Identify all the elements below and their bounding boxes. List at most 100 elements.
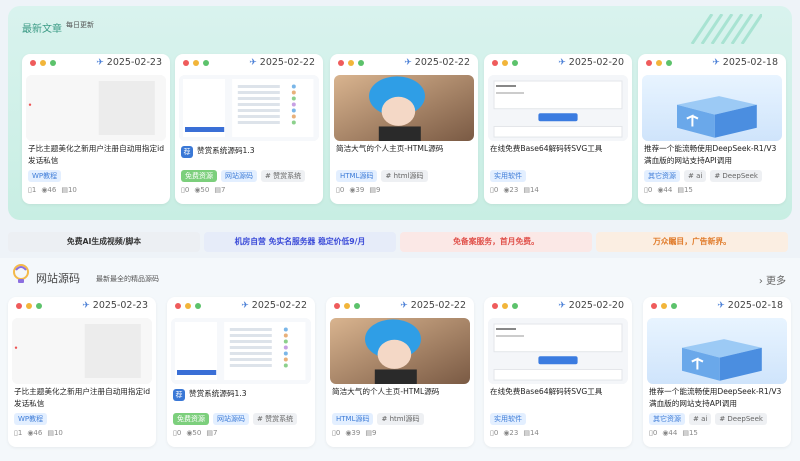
dot-red-icon bbox=[338, 60, 344, 66]
dot-red-icon bbox=[492, 60, 498, 66]
card-thumbnail[interactable] bbox=[171, 318, 311, 384]
latest-card[interactable]: ✈ 2025-02-22 荐 赞赏系统源码1.3 免费资源 网站源码 # 赞赏系统 … bbox=[175, 54, 323, 204]
card-thumbnail[interactable] bbox=[642, 75, 782, 141]
banner-ads[interactable]: 万众瞩目，广告新界。 bbox=[596, 232, 788, 252]
latest-card[interactable]: ✈ 2025-02-22 简洁大气的个人主页-HTML源码 HTML源码 # ht… bbox=[330, 54, 478, 204]
card-title[interactable]: 简洁大气的个人主页-HTML源码 bbox=[336, 143, 474, 155]
card-tags: 免费资源 网站源码 # 赞赏系统 bbox=[181, 170, 306, 182]
card-thumbnail[interactable] bbox=[488, 318, 628, 384]
tag[interactable]: 实用软件 bbox=[490, 413, 526, 425]
section-title-source: 网站源码 bbox=[36, 272, 80, 285]
tag[interactable]: # html源码 bbox=[377, 413, 424, 425]
tag[interactable]: 其它资源 bbox=[644, 170, 680, 182]
source-card[interactable]: ✈ 2025-02-22 简洁大气的个人主页-HTML源码 HTML源码 # ht… bbox=[326, 297, 474, 447]
source-card[interactable]: ✈ 2025-02-22 荐 赞赏系统源码1.3 免费资源 网站源码 # 赞赏系统 … bbox=[167, 297, 315, 447]
card-date: ✈ 2025-02-22 bbox=[404, 57, 470, 68]
card-title[interactable]: 推荐一个能流畅使用DeepSeek-R1/V3满血版的网站支持API调用 bbox=[644, 143, 782, 167]
banner-server[interactable]: 机房自营 免实名服务器 稳定价低9/月 bbox=[204, 232, 396, 252]
views-stat: ▯0 bbox=[181, 186, 190, 194]
tag[interactable]: # ai bbox=[684, 170, 707, 182]
card-thumbnail[interactable] bbox=[488, 75, 628, 141]
paper-plane-icon: ✈ bbox=[82, 300, 90, 311]
date-text: 2025-02-20 bbox=[568, 300, 624, 311]
source-card[interactable]: ✈ 2025-02-18 推荐一个能流畅使用DeepSeek-R1/V3满血版的… bbox=[643, 297, 791, 447]
tag[interactable]: 网站源码 bbox=[221, 170, 257, 182]
card-stats: ▯0 ◉23 ▤14 bbox=[490, 186, 539, 194]
card-tags: WP教程 bbox=[28, 170, 62, 182]
dot-green-icon bbox=[50, 60, 56, 66]
tag[interactable]: WP教程 bbox=[14, 413, 48, 425]
card-thumbnail[interactable] bbox=[647, 318, 787, 384]
tag[interactable]: 免费资源 bbox=[181, 170, 217, 182]
dot-red-icon bbox=[646, 60, 652, 66]
section-subtitle-latest: 每日更新 bbox=[66, 21, 94, 29]
dot-yellow-icon bbox=[344, 303, 350, 309]
window-dots bbox=[651, 303, 677, 309]
tag[interactable]: # ai bbox=[689, 413, 712, 425]
source-card[interactable]: ✈ 2025-02-20 在线免费Base64解码转SVG工具 实用软件 ▯0 … bbox=[484, 297, 632, 447]
tag[interactable]: HTML源码 bbox=[332, 413, 374, 425]
dot-green-icon bbox=[195, 303, 201, 309]
tag[interactable]: # 赞赏系统 bbox=[253, 413, 298, 425]
views-stat: ▯0 bbox=[336, 186, 345, 194]
dot-yellow-icon bbox=[348, 60, 354, 66]
dot-red-icon bbox=[183, 60, 189, 66]
likes-stat: ◉23 bbox=[503, 429, 519, 437]
tag[interactable]: 网站源码 bbox=[213, 413, 249, 425]
thumbnail-tool bbox=[488, 318, 628, 384]
card-tags: 其它资源 # ai # DeepSeek bbox=[649, 413, 767, 425]
card-date: ✈ 2025-02-22 bbox=[241, 300, 307, 311]
thumbnail-blank bbox=[12, 318, 152, 384]
paper-plane-icon: ✈ bbox=[249, 57, 257, 68]
card-stats: ▯0 ◉23 ▤14 bbox=[490, 429, 539, 437]
tag[interactable]: # 赞赏系统 bbox=[261, 170, 306, 182]
latest-card[interactable]: ✈ 2025-02-20 在线免费Base64解码转SVG工具 实用软件 ▯0 … bbox=[484, 54, 632, 204]
banner-ai-video[interactable]: 免费AI生成视频/脚本 bbox=[8, 232, 200, 252]
dot-green-icon bbox=[36, 303, 42, 309]
paper-plane-icon: ✈ bbox=[717, 300, 725, 311]
thumbnail-cube bbox=[642, 75, 782, 141]
card-title[interactable]: 在线免费Base64解码转SVG工具 bbox=[490, 386, 628, 398]
date-text: 2025-02-18 bbox=[722, 57, 778, 68]
card-thumbnail[interactable] bbox=[334, 75, 474, 141]
tag[interactable]: 其它资源 bbox=[649, 413, 685, 425]
tag[interactable]: 实用软件 bbox=[490, 170, 526, 182]
recommend-badge: 荐 bbox=[173, 389, 185, 401]
latest-card[interactable]: ✈ 2025-02-23 子比主题美化之新用户注册自动用指定id发话私信 WP教… bbox=[22, 54, 170, 204]
latest-card[interactable]: ✈ 2025-02-18 推荐一个能流畅使用DeepSeek-R1/V3满血版的… bbox=[638, 54, 786, 204]
card-thumbnail[interactable] bbox=[12, 318, 152, 384]
card-title[interactable]: 子比主题美化之新用户注册自动用指定id发话私信 bbox=[14, 386, 152, 410]
likes-stat: ◉44 bbox=[662, 429, 678, 437]
tag[interactable]: WP教程 bbox=[28, 170, 62, 182]
card-title[interactable]: 在线免费Base64解码转SVG工具 bbox=[490, 143, 628, 155]
tag[interactable]: HTML源码 bbox=[336, 170, 378, 182]
card-title[interactable]: 赞赏系统源码1.3 bbox=[197, 145, 319, 157]
card-thumbnail[interactable] bbox=[179, 75, 319, 141]
tag[interactable]: # DeepSeek bbox=[715, 413, 767, 425]
banner-no-filing[interactable]: 免备案服务，首月免费。 bbox=[400, 232, 592, 252]
more-link[interactable]: › 更多 bbox=[759, 272, 786, 287]
card-title[interactable]: 简洁大气的个人主页-HTML源码 bbox=[332, 386, 470, 398]
tag[interactable]: # html源码 bbox=[381, 170, 428, 182]
comments-stat: ▤14 bbox=[523, 429, 539, 437]
thumbnail-photo bbox=[330, 318, 470, 384]
dot-green-icon bbox=[512, 60, 518, 66]
card-title[interactable]: 推荐一个能流畅使用DeepSeek-R1/V3满血版的网站支持API调用 bbox=[649, 386, 787, 410]
tag[interactable]: # DeepSeek bbox=[710, 170, 762, 182]
dot-green-icon bbox=[666, 60, 672, 66]
card-tags: 其它资源 # ai # DeepSeek bbox=[644, 170, 762, 182]
dot-green-icon bbox=[512, 303, 518, 309]
card-header: ✈ 2025-02-18 bbox=[638, 54, 786, 72]
tag[interactable]: 免费资源 bbox=[173, 413, 209, 425]
card-thumbnail[interactable] bbox=[330, 318, 470, 384]
window-dots bbox=[175, 303, 201, 309]
date-text: 2025-02-23 bbox=[92, 300, 148, 311]
card-thumbnail[interactable] bbox=[26, 75, 166, 141]
source-card[interactable]: ✈ 2025-02-23 子比主题美化之新用户注册自动用指定id发话私信 WP教… bbox=[8, 297, 156, 447]
card-title[interactable]: 子比主题美化之新用户注册自动用指定id发话私信 bbox=[28, 143, 166, 167]
likes-stat: ◉50 bbox=[194, 186, 210, 194]
paper-plane-icon: ✈ bbox=[400, 300, 408, 311]
date-text: 2025-02-22 bbox=[251, 300, 307, 311]
card-title[interactable]: 赞赏系统源码1.3 bbox=[189, 388, 311, 400]
views-stat: ▯0 bbox=[644, 186, 653, 194]
